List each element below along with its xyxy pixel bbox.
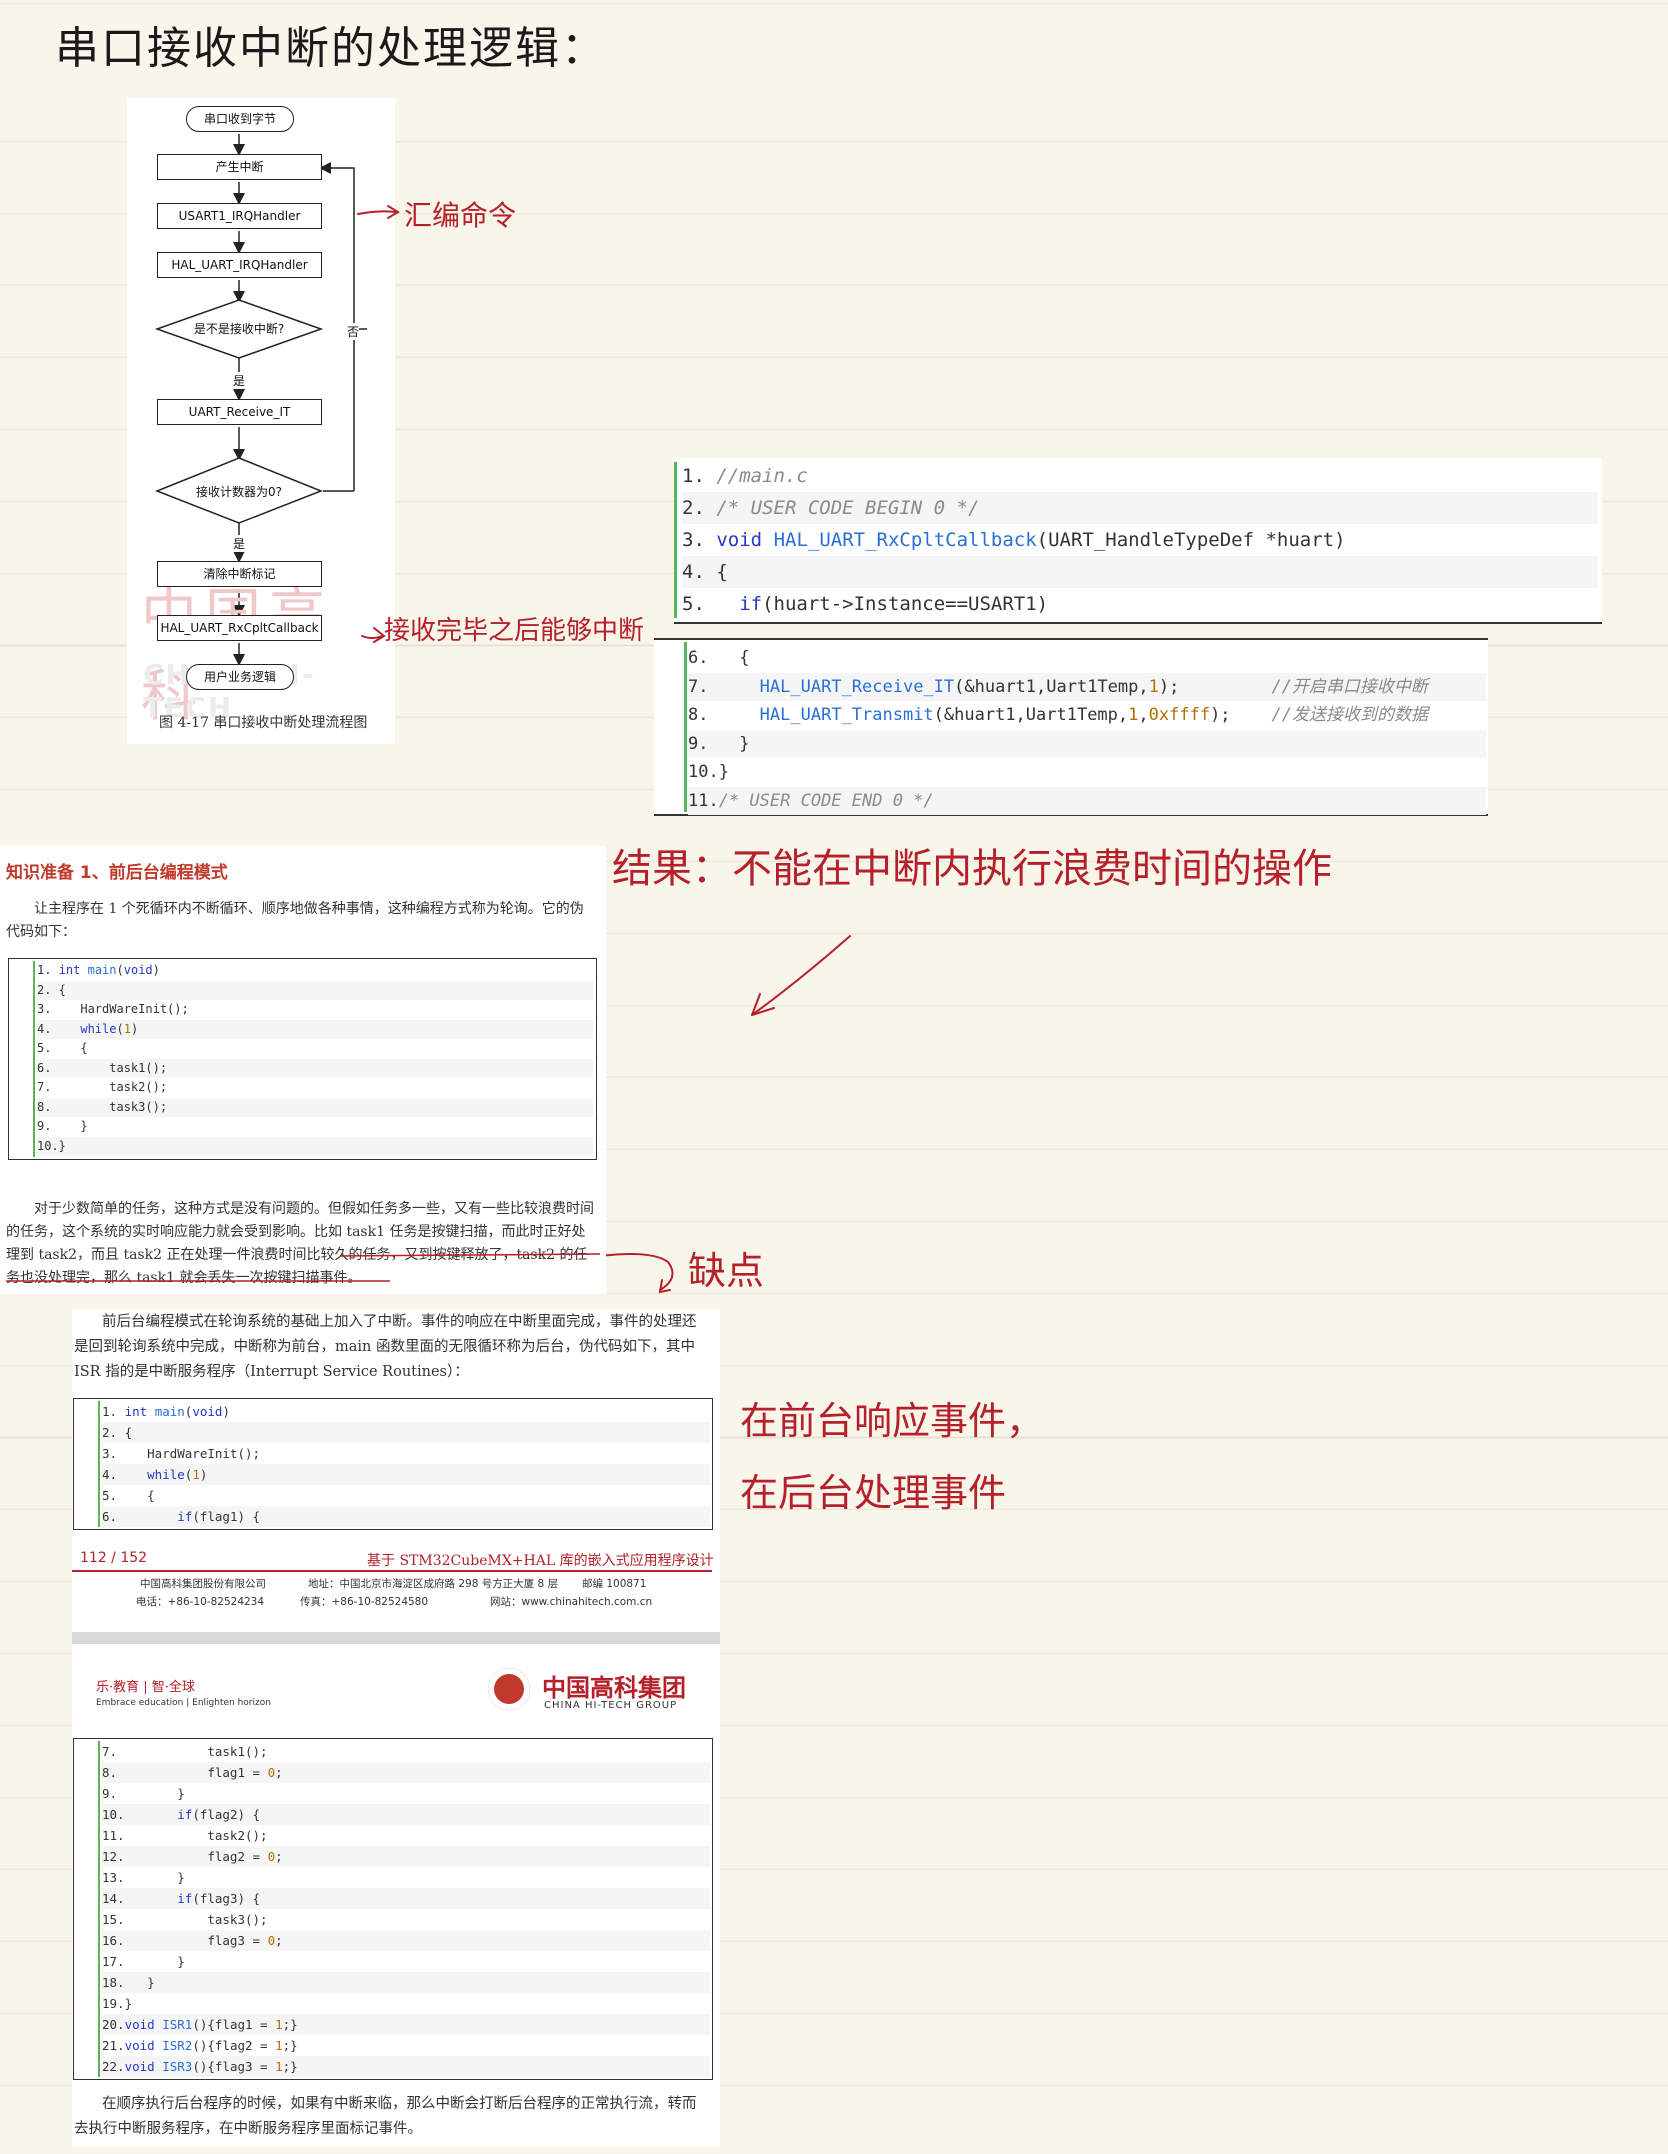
code-line: 10. if(flag2) { (102, 1804, 710, 1825)
code-line: 6. if(flag1) { (102, 1506, 710, 1527)
flow-node-interrupt: 产生中断 (157, 154, 322, 180)
code-line: 18. } (102, 1972, 710, 1993)
brand-logo-icon (488, 1668, 530, 1710)
code-line: 11. task2(); (102, 1828, 268, 1843)
header-brand-en: CHINA HI-TECH GROUP (544, 1700, 678, 1711)
code-line: 12. flag2 = 0; (102, 1846, 710, 1867)
section-paragraph-3: 前后台编程模式在轮询系统的基础上加入了中断。事件的响应在中断里面完成，事件的处理… (74, 1314, 697, 1380)
flow-node-counter-zero: 接收计数器为0? (195, 485, 282, 499)
footer-phone: 电话：+86-10-82524234 (136, 1596, 265, 1608)
footer-page-number: 112 / 152 (80, 1550, 148, 1566)
code-line: 3. HardWareInit(); (102, 1446, 261, 1461)
footer-company: 中国高科集团股份有限公司 (140, 1578, 266, 1590)
footer-address: 地址：中国北京市海淀区成府路 298 号方正大厦 8 层 (308, 1578, 559, 1590)
code-line: 1. int main(void) (102, 1404, 230, 1419)
page-break-gap (72, 1632, 720, 1644)
flow-label-no: 否 (347, 323, 360, 340)
code-line: 10.} (688, 762, 729, 782)
code-line: 14. if(flag3) { (102, 1888, 710, 1909)
code-line: 16. flag3 = 0; (102, 1930, 710, 1951)
code-line: 7. HAL_UART_Receive_IT(&huart1,Uart1Temp… (688, 672, 1486, 701)
handwritten-note-front: 在前台响应事件， (740, 1399, 1045, 1443)
handwritten-note-asm: 汇编命令 (404, 199, 517, 232)
flow-node-start: 串口收到字节 (186, 106, 294, 132)
code-line: 4. { (682, 556, 1598, 588)
flow-node-receive-it: UART_Receive_IT (157, 399, 322, 425)
code-line: 1. //main.c (682, 465, 808, 487)
code-line: 3. void HAL_UART_RxCpltCallback(UART_Han… (682, 529, 1346, 551)
flow-node-is-receive: 是不是接收中断? (193, 322, 285, 336)
code-line: 6. { (688, 648, 750, 668)
section-frontback-card: 前后台编程模式在轮询系统的基础上加入了中断。事件的响应在中断里面完成，事件的处理… (72, 1310, 720, 2146)
handwritten-note-callback: 接收完毕之后能够中断 (384, 616, 645, 646)
flow-label-yes-1: 是 (233, 372, 246, 389)
section-paragraph-4: 在顺序执行后台程序的时候，如果有中断来临，那么中断会打断后台程序的正常执行流，转… (74, 2096, 697, 2137)
code-callback-panel-2: 6. { 7. HAL_UART_Receive_IT(&huart1,Uart… (654, 638, 1488, 816)
footer-book-title: 基于 STM32CubeMX+HAL 库的嵌入式应用程序设计 (367, 1553, 714, 1569)
code-line: 9. } (688, 729, 1486, 758)
header-slogan-en: Embrace education | Enlighten horizon (96, 1698, 271, 1708)
code-line: 8. HAL_UART_Transmit(&huart1,Uart1Temp,1… (688, 705, 1428, 725)
header-brand: 中国高科集团 (542, 1673, 686, 1702)
flow-node-user-logic: 用户业务逻辑 (186, 664, 294, 690)
code-line: 4. while(1) (102, 1464, 710, 1485)
code-line: 5. { (102, 1488, 155, 1503)
header-slogan: 乐·教育 | 智·全球 (96, 1680, 195, 1695)
flow-node-usart1-irq: USART1_IRQHandler (157, 203, 322, 229)
flow-node-clear-flag: 清除中断标记 (157, 561, 322, 587)
code-frontback-block-2: 7. task1(); 8. flag1 = 0; 9. } 10. if(flag2… (73, 1738, 713, 2080)
flow-node-rxcplt-callback: HAL_UART_RxCpltCallback (157, 615, 322, 641)
flowchart-card: 串口收到字节 产生中断 USART1_IRQHandler HAL_UART_I… (127, 98, 395, 744)
code-line: 9. } (102, 1786, 185, 1801)
code-line: 19.} (102, 1996, 133, 2011)
code-line: 2. /* USER CODE BEGIN 0 */ (682, 492, 1598, 524)
code-line: 13. } (102, 1870, 185, 1885)
code-line: 15. task3(); (102, 1912, 268, 1927)
code-line: 22.void ISR3(){flag3 = 1;} (102, 2056, 710, 2077)
code-line: 8. flag1 = 0; (102, 1762, 710, 1783)
code-line: 17. } (102, 1954, 185, 1969)
handwritten-note-back: 在后台处理事件 (740, 1471, 1007, 1515)
code-callback-panel-1: 1. //main.c 2. /* USER CODE BEGIN 0 */ 3… (674, 458, 1602, 624)
code-frontback-block-1: 1. int main(void) 2. { 3. HardWareInit(); 4… (73, 1398, 713, 1530)
code-line: 2. { (102, 1422, 710, 1443)
code-line: 20.void ISR1(){flag1 = 1;} (102, 2014, 710, 2035)
code-line: 7. task1(); (102, 1744, 268, 1759)
code-line: 11./* USER CODE END 0 */ (688, 786, 1486, 815)
code-line: 21.void ISR2(){flag2 = 1;} (102, 2038, 298, 2053)
handwritten-underline (6, 1253, 601, 1282)
code-line: 5. if(huart->Instance==USART1) (682, 593, 1049, 615)
flow-node-hal-irq: HAL_UART_IRQHandler (157, 252, 322, 278)
flow-label-yes-2: 是 (233, 535, 246, 552)
footer-fax: 传真：+86-10-82524580 (300, 1596, 429, 1608)
handwritten-note-cons: 缺点 (688, 1249, 765, 1293)
footer-web: 网站：www.chinahitech.com.cn (490, 1596, 653, 1608)
footer-postcode: 邮编 100871 (582, 1578, 647, 1590)
handwritten-title: 串口接收中断的处理逻辑： (55, 23, 607, 74)
section-polling-card: 知识准备 1、前后台编程模式 让主程序在 1 个死循环内不断循环、顺序地做各种事… (0, 846, 606, 1294)
handwritten-conclusion: 结果：不能在中断内执行浪费时间的操作 (612, 846, 1332, 892)
flowchart-caption: 图 4-17 串口接收中断处理流程图 (159, 715, 368, 731)
